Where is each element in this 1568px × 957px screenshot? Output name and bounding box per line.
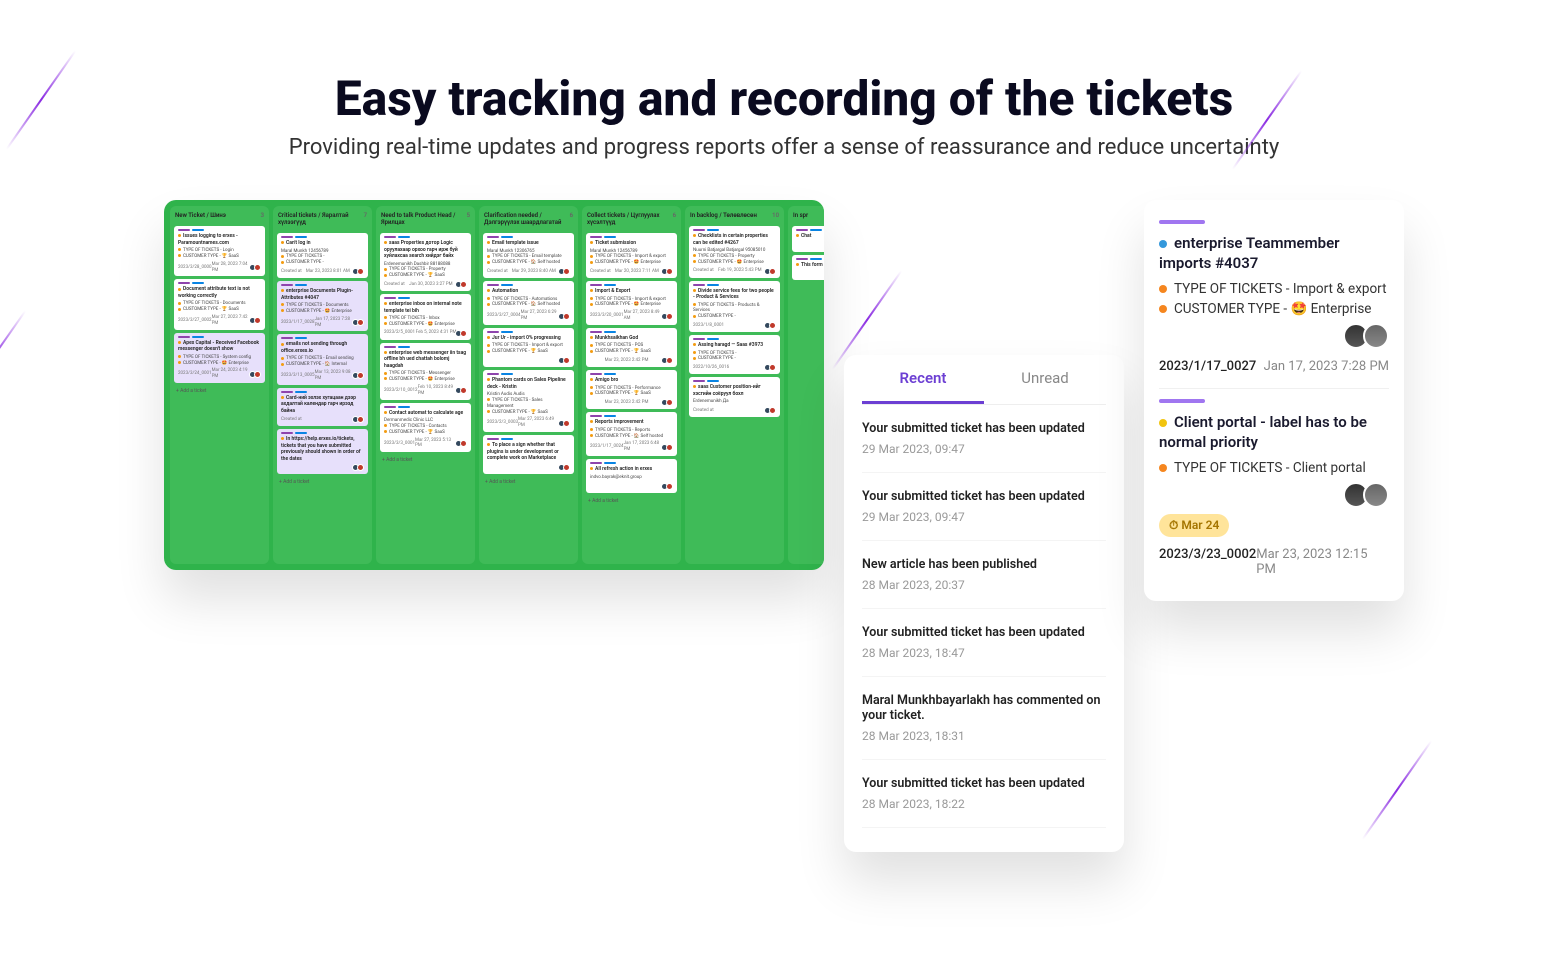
kanban-card[interactable]: AutomationTYPE OF TICKETS - AutomationsC… <box>483 281 574 325</box>
kanban-card[interactable]: This form option <box>792 255 824 281</box>
priority-bar <box>1159 399 1205 403</box>
notification-date: 28 Mar 2023, 20:37 <box>862 578 1106 592</box>
kanban-card[interactable]: Checklists in certain properties can be … <box>689 226 780 278</box>
notification-title: Your submitted ticket has been updated <box>862 625 1106 640</box>
notification-title: New article has been published <box>862 557 1106 572</box>
kanban-card[interactable]: Document attribute text is not working c… <box>174 279 265 329</box>
column-header: In backlog / Төлөвлөсөн10 <box>689 210 780 223</box>
kanban-card[interactable]: enterprise inbox on internal note templa… <box>380 294 471 340</box>
assignee-avatars <box>1159 323 1389 349</box>
kanban-card[interactable]: Ticket submissionMaral Munkh 12456789TYP… <box>586 233 677 278</box>
kanban-card[interactable]: Munkhsaikhan GodTYPE OF TICKETS - POSCUS… <box>586 328 677 367</box>
add-ticket-button[interactable]: + Add a ticket <box>380 455 471 465</box>
notification-title: Your submitted ticket has been updated <box>862 421 1106 436</box>
notification-title: Your submitted ticket has been updated <box>862 489 1106 504</box>
hero-subtitle: Providing real-time updates and progress… <box>60 135 1508 160</box>
tab-unread[interactable]: Unread <box>984 355 1106 404</box>
kanban-card[interactable]: Reports improvementTYPE OF TICKETS - Rep… <box>586 412 677 456</box>
kanban-column: Clarification needed / Дэлгэрүүлэх шаард… <box>479 206 578 564</box>
kanban-card[interactable]: enterprise web messenger iin tsag offlin… <box>380 343 471 400</box>
notification-item[interactable]: Maral Munkhbayarlakh has commented on yo… <box>862 677 1106 760</box>
kanban-card[interactable]: Phantom cards on Sales Pipeline deck - K… <box>483 370 574 432</box>
add-ticket-button[interactable]: + Add a ticket <box>483 477 574 487</box>
column-header: Clarification needed / Дэлгэрүүлэх шаард… <box>483 210 574 230</box>
ticket-time: Mar 23, 2023 12:15 PM <box>1256 547 1389 577</box>
notification-title: Your submitted ticket has been updated <box>862 776 1106 791</box>
ticket-time: Jan 17, 2023 7:28 PM <box>1264 359 1389 374</box>
kanban-card[interactable]: enterprise Documents Plugin-Attributes #… <box>277 281 368 331</box>
ticket-tag: TYPE OF TICKETS - Client portal <box>1159 460 1389 476</box>
kanban-card[interactable]: Chat <box>792 226 824 252</box>
add-ticket-button[interactable]: + Add a ticket <box>586 496 677 506</box>
ticket-title: Client portal - label has to be normal p… <box>1159 413 1389 452</box>
kanban-card[interactable]: In https://help.erxes.io/tickets, ticket… <box>277 429 368 474</box>
kanban-card[interactable]: saas Properties дотор Logic оруулахаар о… <box>380 233 471 291</box>
ticket-tag: TYPE OF TICKETS - Import & export <box>1159 281 1389 297</box>
ticket-card[interactable]: enterprise Teammember imports #4037 TYPE … <box>1159 210 1389 389</box>
kanban-column: Critical tickets / Яаралтай хүлээгүүд7 Ca… <box>273 206 372 564</box>
add-ticket-button[interactable]: + Add a ticket <box>277 477 368 487</box>
column-header: Collect tickets / Цуглуулах хүсэлтүүд6 <box>586 210 677 230</box>
kanban-card[interactable]: To place a sign whether that plugins is … <box>483 435 574 474</box>
ticket-card[interactable]: Client portal - label has to be normal p… <box>1159 389 1389 591</box>
kanban-card[interactable]: Apex Capital - Received Facebook messeng… <box>174 333 265 383</box>
kanban-column: Need to talk Product Head / Ярилцах5 saas… <box>376 206 475 564</box>
kanban-card[interactable]: Divide service fees for two people - Pro… <box>689 281 780 333</box>
notification-date: 29 Mar 2023, 09:47 <box>862 442 1106 456</box>
assignee-avatars <box>1159 482 1389 508</box>
kanban-board: New Ticket / Шинэ3 Issues logging to erxe… <box>164 200 824 570</box>
notification-item[interactable]: Your submitted ticket has been updated 29… <box>862 405 1106 473</box>
priority-bar <box>1159 220 1205 224</box>
notification-item[interactable]: Your submitted ticket has been updated 28… <box>862 609 1106 677</box>
column-header: New Ticket / Шинэ3 <box>174 210 265 223</box>
ticket-id: 2023/1/17_0027 <box>1159 359 1256 374</box>
add-ticket-button[interactable]: + Add a ticket <box>174 386 265 396</box>
notification-date: 28 Mar 2023, 18:22 <box>862 797 1106 811</box>
notification-date: 28 Mar 2023, 18:31 <box>862 729 1106 743</box>
kanban-card[interactable]: Email template issueMaral Munkh 12306765… <box>483 233 574 278</box>
tab-recent[interactable]: Recent <box>862 355 984 404</box>
column-header: Critical tickets / Яаралтай хүлээгүүд7 <box>277 210 368 230</box>
kanban-card[interactable]: emails not sending through office.erxes.… <box>277 334 368 384</box>
notification-date: 28 Mar 2023, 18:47 <box>862 646 1106 660</box>
column-header: Need to talk Product Head / Ярилцах5 <box>380 210 471 230</box>
notifications-panel: Recent Unread Your submitted ticket has … <box>844 355 1124 852</box>
kanban-card[interactable]: Contact automat to calculate ageDermanme… <box>380 403 471 453</box>
kanban-column: Collect tickets / Цуглуулах хүсэлтүүд6 Ti… <box>582 206 681 564</box>
kanban-card[interactable]: Can't log inMaral Munkh 12456789TYPE OF … <box>277 233 368 278</box>
ticket-id: 2023/3/23_0002 <box>1159 547 1256 577</box>
kanban-card[interactable]: Assing haragd — Saas #3973TYPE OF TICKET… <box>689 335 780 374</box>
ticket-list-panel: enterprise Teammember imports #4037 TYPE … <box>1144 200 1404 601</box>
notification-item[interactable]: Your submitted ticket has been updated 29… <box>862 473 1106 541</box>
ticket-title: enterprise Teammember imports #4037 <box>1159 234 1389 273</box>
notification-tabs: Recent Unread <box>862 355 1106 405</box>
hero-title: Easy tracking and recording of the ticke… <box>60 70 1508 127</box>
notification-date: 29 Mar 2023, 09:47 <box>862 510 1106 524</box>
kanban-card[interactable]: saas Customer position-ийг хэсгийн соёру… <box>689 377 780 417</box>
notification-title: Maral Munkhbayarlakh has commented on yo… <box>862 693 1106 723</box>
ticket-tag: CUSTOMER TYPE - 🤩 Enterprise <box>1159 301 1389 317</box>
kanban-card[interactable]: Import & ExportTYPE OF TICKETS - Import … <box>586 281 677 325</box>
kanban-card[interactable]: All refresh action in erxesindvo.bayrak@… <box>586 459 677 492</box>
notification-item[interactable]: Your submitted ticket has been updated 28… <box>862 760 1106 828</box>
notification-item[interactable]: New article has been published 28 Mar 202… <box>862 541 1106 609</box>
kanban-card[interactable]: Amigo broTYPE OF TICKETS - PerformanceCU… <box>586 370 677 409</box>
kanban-card[interactable]: Card-ний эхлэх хугацаан дээр ахдалтай ка… <box>277 388 368 427</box>
due-date-badge: ⏱ Mar 24 <box>1159 514 1229 537</box>
kanban-column: In backlog / Төлөвлөсөн10 Checklists in c… <box>685 206 784 564</box>
kanban-column: New Ticket / Шинэ3 Issues logging to erxe… <box>170 206 269 564</box>
kanban-column: In spr Chat This form option <box>788 206 824 564</box>
kanban-card[interactable]: Issues logging to erxes - Paramountnames… <box>174 226 265 276</box>
column-header: In spr <box>792 210 824 223</box>
kanban-card[interactable]: Jur Ur - import 0% progressingTYPE OF TI… <box>483 328 574 367</box>
